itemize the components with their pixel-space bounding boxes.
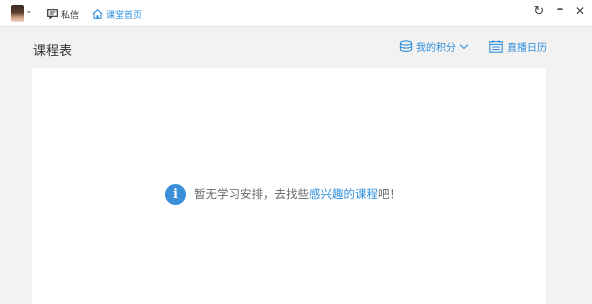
page-header: 课程表 我的积分 直播日历 [0,27,592,67]
interesting-courses-link[interactable]: 感兴趣的课程 [309,187,378,201]
live-calendar-label: 直播日历 [507,43,547,54]
home-icon [92,9,103,19]
coins-icon [399,40,413,52]
page-title: 课程表 [33,44,73,59]
my-points-label: 我的积分 [416,43,456,54]
close-icon[interactable]: ✕ [573,4,587,18]
empty-state-suffix: 吧！ [378,187,401,201]
refresh-icon[interactable]: ↻ [532,4,546,19]
chevron-down-icon[interactable]: ⌄ [25,6,33,16]
messages-label: 私信 [61,10,80,21]
empty-state-message: 暂无学习安排，去找些感兴趣的课程吧！ [194,186,401,202]
empty-state-text: 暂无学习安排，去找些 [194,187,309,201]
schedule-panel: i 暂无学习安排，去找些感兴趣的课程吧！ [32,68,546,304]
empty-state: i 暂无学习安排，去找些感兴趣的课程吧！ [165,181,401,207]
home-label: 课堂首页 [106,10,143,21]
chat-bubble-icon [47,9,58,19]
chevron-down-icon [459,44,469,50]
messages-button[interactable]: 私信 [47,7,79,21]
title-bar: ⌄ 私信 课堂首页 ↻ – ✕ [0,0,592,27]
info-icon: i [165,183,186,205]
minimize-icon[interactable]: – [553,2,567,17]
my-points-button[interactable]: 我的积分 [399,39,469,54]
avatar[interactable] [11,5,24,22]
home-button[interactable]: 课堂首页 [92,7,142,21]
live-calendar-button[interactable]: 直播日历 [489,39,547,54]
calendar-icon [489,40,503,53]
